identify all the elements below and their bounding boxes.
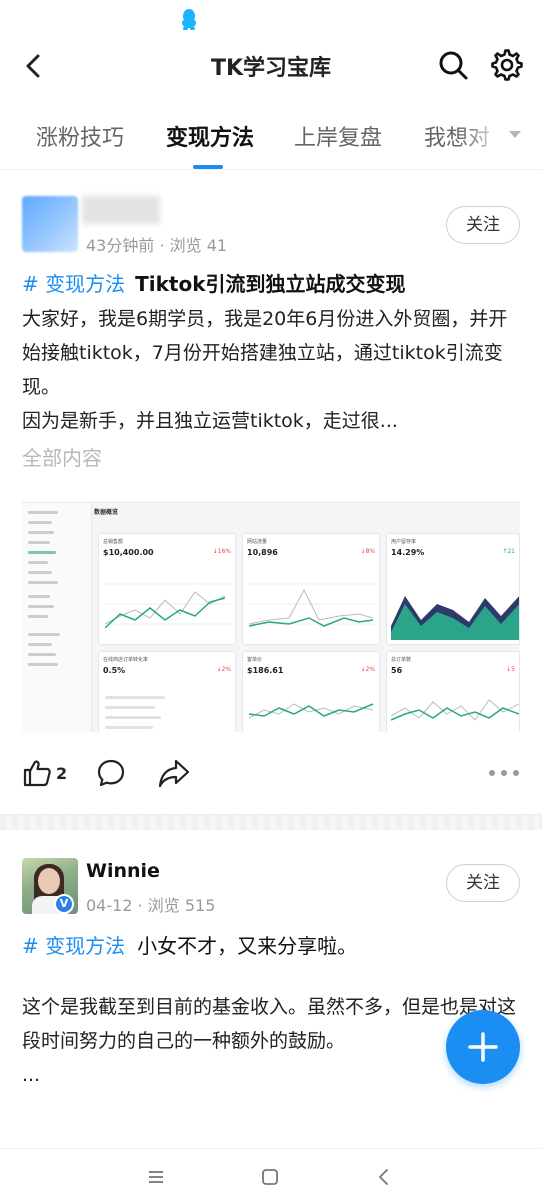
sidebar-line — [28, 605, 54, 608]
post-headline: # 变现方法 Tiktok引流到独立站成交变现 — [22, 268, 406, 297]
system-back-icon[interactable] — [374, 1167, 394, 1187]
dashboard-card-conversion: 在线商店订单转化率 0.5% ↓2% — [98, 651, 236, 732]
post-body[interactable]: 大家好，我是6期学员，我是20年6月份进入外贸圈，并开始接触tiktok，7月份… — [22, 302, 522, 438]
card-row — [105, 716, 161, 719]
create-post-button[interactable] — [446, 1010, 520, 1084]
orders-line-chart — [391, 699, 519, 721]
post-card[interactable]: 43分钟前 · 浏览 41 关注 # 变现方法 Tiktok引流到独立站成交变现 … — [0, 172, 542, 812]
hashtag-link[interactable]: # 变现方法 — [22, 272, 125, 296]
dashboard-card-sales: 总销售额 $10,400.00 ↓16% — [98, 533, 236, 645]
card-label: 在线商店订单转化率 — [103, 657, 149, 663]
system-navigation-bar — [0, 1148, 542, 1204]
card-label: 总订单数 — [391, 657, 412, 663]
sidebar-line — [28, 541, 50, 544]
follow-button[interactable]: 关注 — [446, 864, 520, 902]
sidebar-line — [28, 595, 50, 598]
card-delta: ↓16% — [212, 548, 231, 555]
card-label: 总销售额 — [103, 539, 124, 545]
card-value: $186.61 — [247, 666, 284, 675]
card-row — [105, 706, 155, 709]
like-count: 2 — [56, 764, 68, 783]
author-name[interactable]: Winnie — [86, 860, 160, 882]
aov-line-chart — [249, 703, 374, 719]
card-row — [105, 696, 165, 699]
dashboard-card-traffic: 网站流量 10,896 ↓8% — [242, 533, 380, 645]
hashtag-link[interactable]: # 变现方法 — [22, 934, 125, 958]
search-icon[interactable] — [436, 48, 470, 82]
post-meta: 04-12 · 浏览 515 — [86, 896, 216, 915]
sidebar-line — [28, 561, 48, 564]
post-headline: # 变现方法 小女不才，又来分享啦。 — [22, 930, 357, 959]
card-value: 56 — [391, 666, 403, 675]
card-delta: ↓2% — [216, 666, 231, 673]
dashboard-card-retention: 用户留存率 14.29% ↑21 — [386, 533, 520, 645]
card-value: 0.5% — [103, 666, 126, 675]
card-delta: ↓8% — [360, 548, 375, 555]
menu-icon[interactable] — [146, 1167, 166, 1187]
gear-icon[interactable] — [490, 48, 524, 82]
sales-line-chart — [105, 583, 231, 629]
dashboard-card-aov: 客单价 $186.61 ↓2% — [242, 651, 380, 732]
home-square-icon[interactable] — [260, 1167, 280, 1187]
plus-icon — [468, 1032, 498, 1062]
share-arrow-icon[interactable] — [158, 758, 190, 788]
card-delta: ↓2% — [360, 666, 375, 673]
sidebar-line — [28, 531, 54, 534]
post-separator — [0, 814, 542, 830]
avatar[interactable] — [22, 196, 78, 252]
post-title[interactable]: 小女不才，又来分享啦。 — [137, 934, 357, 958]
card-value: $10,400.00 — [103, 548, 154, 557]
verified-badge-icon: V — [54, 894, 74, 914]
thumbs-up-icon[interactable] — [22, 758, 52, 788]
sidebar-line — [28, 653, 56, 656]
more-dots-icon[interactable] — [488, 768, 520, 778]
active-tab-indicator — [193, 165, 223, 169]
expand-full-content-link[interactable]: 全部内容 — [22, 442, 102, 471]
dashboard-title: 数据概览 — [94, 509, 119, 516]
sidebar-line — [28, 551, 56, 554]
category-tabs: 涨粉技巧 变现方法 上岸复盘 我想对 — [0, 100, 542, 170]
avatar-face — [38, 868, 60, 894]
card-delta: ↓5 — [506, 666, 515, 673]
post-image-dashboard[interactable]: 数据概览 总销售额 $10,400.00 ↓16% 网站流量 10,896 ↓8… — [22, 502, 520, 732]
sidebar-line — [28, 521, 52, 524]
qq-icon — [182, 9, 196, 30]
tabs-fade-overlay — [460, 100, 542, 169]
post-meta: 43分钟前 · 浏览 41 — [86, 236, 228, 255]
card-value: 14.29% — [391, 548, 425, 557]
dashboard-sidebar — [22, 503, 92, 732]
sidebar-line — [28, 571, 52, 574]
post-card[interactable]: V Winnie 04-12 · 浏览 515 关注 # 变现方法 小女不才，又来… — [0, 830, 542, 1150]
card-label: 网站流量 — [247, 539, 268, 545]
card-row — [105, 726, 153, 729]
sidebar-line — [28, 511, 58, 514]
tab-success-review[interactable]: 上岸复盘 — [294, 120, 382, 152]
author-name-redacted — [82, 196, 160, 224]
sidebar-line — [28, 663, 58, 666]
traffic-line-chart — [249, 583, 375, 627]
top-navigation-bar: TK学习宝库 — [0, 36, 542, 98]
chevron-down-icon[interactable] — [508, 130, 522, 140]
status-bar — [0, 0, 542, 36]
comment-bubble-icon[interactable] — [96, 758, 126, 788]
dashboard-card-orders: 总订单数 56 ↓5 — [386, 651, 520, 732]
retention-area-chart — [391, 596, 519, 640]
card-label: 用户留存率 — [391, 539, 417, 545]
card-value: 10,896 — [247, 548, 278, 557]
post-title[interactable]: Tiktok引流到独立站成交变现 — [135, 272, 405, 296]
card-delta: ↑21 — [502, 548, 515, 555]
sidebar-line — [28, 643, 52, 646]
tab-monetization[interactable]: 变现方法 — [166, 120, 254, 152]
tab-growth-tips[interactable]: 涨粉技巧 — [36, 120, 124, 152]
sidebar-line — [28, 615, 48, 618]
sidebar-line — [28, 633, 60, 636]
follow-button[interactable]: 关注 — [446, 206, 520, 244]
post-actions: 2 — [0, 756, 542, 796]
card-label: 客单价 — [247, 657, 263, 663]
sidebar-line — [28, 581, 58, 584]
